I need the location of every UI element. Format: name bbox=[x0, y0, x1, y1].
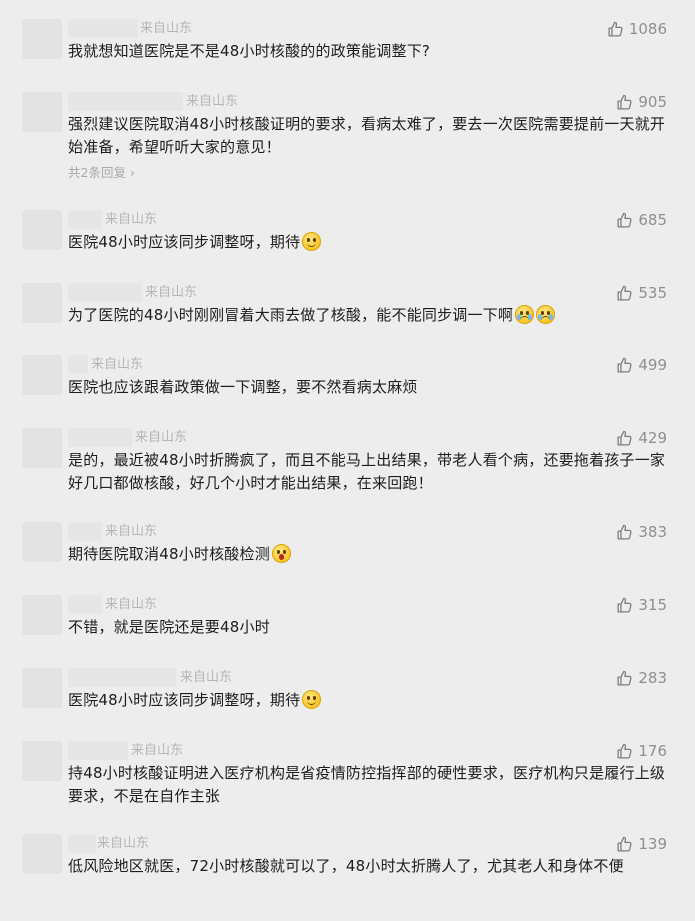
like-button[interactable]: 139 bbox=[616, 834, 667, 854]
comment-text-content: 强烈建议医院取消48小时核酸证明的要求，看病太难了，要去一次医院需要提前一天就开… bbox=[68, 115, 666, 156]
comment-text: 是的，最近被48小时折腾疯了，而且不能马上出结果，带老人看个病，还要拖着孩子一家… bbox=[68, 449, 668, 495]
cry-emoji-icon bbox=[536, 305, 556, 324]
avatar[interactable] bbox=[22, 19, 62, 59]
smile-emoji-icon bbox=[302, 690, 322, 709]
avatar[interactable] bbox=[22, 355, 62, 395]
avatar[interactable] bbox=[22, 668, 62, 708]
comment-text-content: 期待医院取消48小时核酸检测 bbox=[68, 545, 270, 563]
location-label: 来自山东 bbox=[135, 430, 188, 445]
username-redacted[interactable] bbox=[68, 595, 102, 614]
comment-text: 医院48小时应该同步调整呀，期待 bbox=[68, 231, 668, 254]
comment-text-content: 医院也应该跟着政策做一下调整，要不然看病太麻烦 bbox=[68, 378, 418, 396]
like-count: 315 bbox=[638, 596, 667, 614]
comment-text: 低风险地区就医，72小时核酸就可以了，48小时太折腾人了，尤其老人和身体不便 bbox=[68, 855, 668, 878]
location-label: 来自山东 bbox=[105, 524, 158, 539]
comment-text-content: 低风险地区就医，72小时核酸就可以了，48小时太折腾人了，尤其老人和身体不便 bbox=[68, 857, 624, 875]
location-label: 来自山东 bbox=[91, 357, 144, 372]
avatar[interactable] bbox=[22, 522, 62, 562]
like-count: 685 bbox=[638, 211, 667, 229]
like-button[interactable]: 905 bbox=[616, 92, 667, 112]
avatar[interactable] bbox=[22, 834, 62, 874]
comment-text-content: 持48小时核酸证明进入医疗机构是省疫情防控指挥部的硬性要求，医疗机构只是履行上级… bbox=[68, 764, 666, 805]
location-label: 来自山东 bbox=[180, 670, 233, 685]
like-button[interactable]: 283 bbox=[616, 668, 667, 688]
avatar[interactable] bbox=[22, 595, 62, 635]
location-label: 来自山东 bbox=[140, 21, 193, 36]
like-button[interactable]: 685 bbox=[616, 210, 667, 230]
smile-emoji-icon bbox=[302, 232, 322, 251]
avatar[interactable] bbox=[22, 210, 62, 250]
comment-text-content: 是的，最近被48小时折腾疯了，而且不能马上出结果，带老人看个病，还要拖着孩子一家… bbox=[68, 451, 666, 492]
username-redacted[interactable] bbox=[68, 19, 138, 38]
location-label: 来自山东 bbox=[131, 743, 184, 758]
like-count: 383 bbox=[638, 523, 667, 541]
replies-label: 共2条回复 bbox=[68, 165, 126, 180]
like-button[interactable]: 535 bbox=[616, 283, 667, 303]
username-redacted[interactable] bbox=[68, 210, 102, 229]
thumbs-up-icon bbox=[616, 836, 633, 853]
thumbs-up-icon bbox=[616, 430, 633, 447]
username-redacted[interactable] bbox=[68, 668, 176, 687]
thumbs-up-icon bbox=[607, 21, 624, 38]
username-redacted[interactable] bbox=[68, 355, 88, 374]
like-button[interactable]: 176 bbox=[616, 741, 667, 761]
comment-text: 持48小时核酸证明进入医疗机构是省疫情防控指挥部的硬性要求，医疗机构只是履行上级… bbox=[68, 762, 668, 808]
shocked-emoji-icon bbox=[271, 544, 291, 563]
thumbs-up-icon bbox=[616, 670, 633, 687]
avatar[interactable] bbox=[22, 428, 62, 468]
like-button[interactable]: 429 bbox=[616, 428, 667, 448]
like-count: 905 bbox=[638, 93, 667, 111]
like-count: 499 bbox=[638, 356, 667, 374]
avatar[interactable] bbox=[22, 283, 62, 323]
username-redacted[interactable] bbox=[68, 522, 102, 541]
comment-text: 不错，就是医院还是要48小时 bbox=[68, 616, 668, 639]
location-label: 来自山东 bbox=[105, 597, 158, 612]
comment-text-content: 不错，就是医院还是要48小时 bbox=[68, 618, 270, 636]
username-redacted[interactable] bbox=[68, 428, 132, 447]
cry-emoji-icon bbox=[515, 305, 535, 324]
thumbs-up-icon bbox=[616, 357, 633, 374]
thumbs-up-icon bbox=[616, 212, 633, 229]
thumbs-up-icon bbox=[616, 285, 633, 302]
thumbs-up-icon bbox=[616, 94, 633, 111]
location-label: 来自山东 bbox=[186, 94, 239, 109]
like-count: 176 bbox=[638, 742, 667, 760]
username-redacted[interactable] bbox=[68, 92, 183, 111]
avatar[interactable] bbox=[22, 92, 62, 132]
username-redacted[interactable] bbox=[68, 834, 96, 853]
like-button[interactable]: 383 bbox=[616, 522, 667, 542]
location-label: 来自山东 bbox=[105, 212, 158, 227]
comment-text: 医院48小时应该同步调整呀，期待 bbox=[68, 689, 668, 712]
like-count: 1086 bbox=[628, 20, 667, 38]
like-button[interactable]: 1086 bbox=[607, 19, 667, 39]
comment-text-content: 医院48小时应该同步调整呀，期待 bbox=[68, 691, 301, 709]
avatar[interactable] bbox=[22, 741, 62, 781]
username-redacted[interactable] bbox=[68, 741, 128, 760]
like-button[interactable]: 499 bbox=[616, 355, 667, 375]
like-count: 283 bbox=[638, 669, 667, 687]
like-count: 139 bbox=[638, 835, 667, 853]
comment-text-content: 我就想知道医院是不是48小时核酸的的政策能调整下? bbox=[68, 42, 431, 60]
comment-text: 期待医院取消48小时核酸检测 bbox=[68, 543, 668, 566]
like-count: 429 bbox=[638, 429, 667, 447]
chevron-right-icon: › bbox=[125, 165, 135, 180]
comment-text: 医院也应该跟着政策做一下调整，要不然看病太麻烦 bbox=[68, 376, 668, 399]
comment-text-content: 医院48小时应该同步调整呀，期待 bbox=[68, 233, 301, 251]
like-button[interactable]: 315 bbox=[616, 595, 667, 615]
comment-text: 我就想知道医院是不是48小时核酸的的政策能调整下? bbox=[68, 40, 668, 63]
thumbs-up-icon bbox=[616, 524, 633, 541]
thumbs-up-icon bbox=[616, 597, 633, 614]
thumbs-up-icon bbox=[616, 743, 633, 760]
location-label: 来自山东 bbox=[97, 836, 150, 851]
replies-link[interactable]: 共2条回复 › bbox=[68, 164, 135, 181]
location-label: 来自山东 bbox=[145, 285, 198, 300]
comment-text: 为了医院的48小时刚刚冒着大雨去做了核酸，能不能同步调一下啊 bbox=[68, 304, 668, 327]
comment-text-content: 为了医院的48小时刚刚冒着大雨去做了核酸，能不能同步调一下啊 bbox=[68, 306, 514, 324]
comment-text: 强烈建议医院取消48小时核酸证明的要求，看病太难了，要去一次医院需要提前一天就开… bbox=[68, 113, 668, 159]
like-count: 535 bbox=[638, 284, 667, 302]
username-redacted[interactable] bbox=[68, 283, 142, 302]
